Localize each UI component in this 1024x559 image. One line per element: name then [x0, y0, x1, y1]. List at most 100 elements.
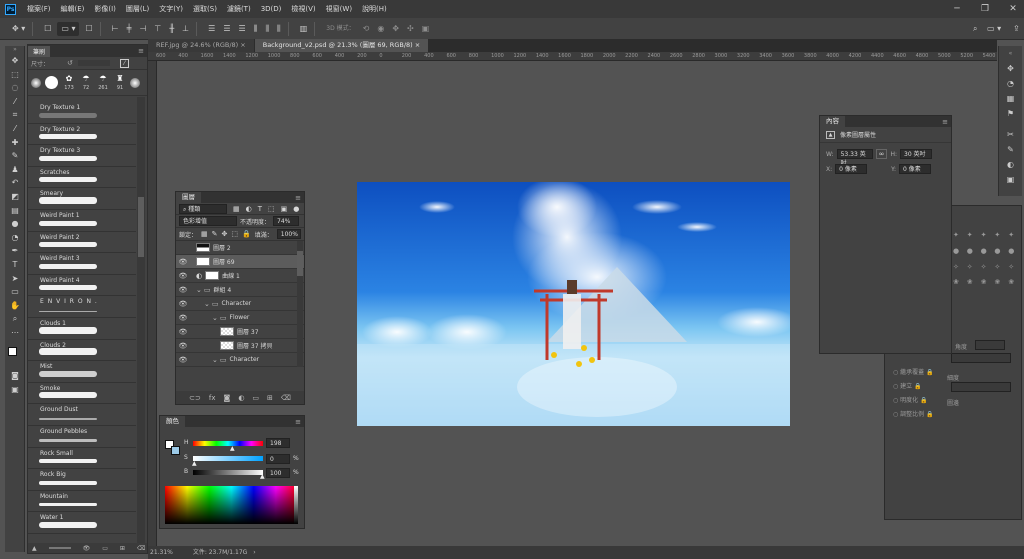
preview-size-slider[interactable]: [48, 547, 71, 549]
color-spectrum-ramp[interactable]: [165, 486, 298, 524]
hue-slider[interactable]: [193, 441, 263, 446]
eye-icon[interactable]: 👁: [176, 328, 190, 336]
brush-tip-icon[interactable]: ●: [953, 247, 964, 260]
layer-row[interactable]: 👁 圖層 37 拷貝: [176, 339, 304, 353]
3d-slide-icon[interactable]: ✣: [405, 22, 416, 36]
visibility-off-icon[interactable]: 👁: [176, 244, 190, 252]
filter-type-icon[interactable]: T: [258, 205, 262, 213]
option-item[interactable]: ○ 調整比例 🔒: [893, 408, 934, 422]
new-brush-icon[interactable]: ⊞: [120, 545, 125, 552]
document-canvas[interactable]: [357, 182, 790, 426]
distribute-left-icon[interactable]: ⫼: [252, 22, 260, 36]
brush-tip-icon[interactable]: ✧: [1008, 263, 1019, 276]
brightness-slider-handle[interactable]: ▲: [260, 473, 265, 480]
3d-pan-icon[interactable]: ✥: [390, 22, 401, 36]
brush-preset-3[interactable]: ☂ 261: [96, 74, 110, 91]
menu-file[interactable]: 檔案(F): [22, 4, 56, 14]
brush-item[interactable]: Clouds 2: [28, 340, 136, 362]
auto-select-dropdown[interactable]: ▭ ▾: [57, 21, 80, 36]
brush-size-slider[interactable]: [77, 60, 110, 66]
crop-tool-icon[interactable]: ⌗: [5, 108, 25, 122]
brush-tip-icon[interactable]: ❀: [967, 278, 978, 291]
gradient-tool-icon[interactable]: ▤: [5, 204, 25, 218]
brush-tip-icon[interactable]: ●: [1008, 247, 1019, 260]
brush-preset-soft-icon[interactable]: [130, 77, 140, 88]
share-icon[interactable]: ⇪: [1011, 22, 1022, 36]
layer-row[interactable]: 👁 ⌄ ▭ 群組 4: [176, 283, 304, 297]
path-select-icon[interactable]: ➤: [5, 272, 25, 286]
eye-icon[interactable]: 👁: [176, 286, 190, 294]
tools-icon[interactable]: ✂: [999, 127, 1022, 142]
saturation-slider-handle[interactable]: ▲: [192, 460, 197, 467]
brush-item[interactable]: Ground Dust: [28, 404, 136, 426]
filter-pixel-icon[interactable]: ▦: [233, 205, 240, 213]
brush-tip-icon[interactable]: ✧: [967, 263, 978, 276]
brush-preset-2[interactable]: ☂ 72: [80, 74, 92, 91]
eye-icon[interactable]: 👁: [176, 342, 190, 350]
layer-filter-dropdown[interactable]: ⌕ 種類: [179, 203, 227, 214]
menu-type[interactable]: 文字(Y): [154, 4, 188, 14]
workspace-icon[interactable]: ▭ ▾: [985, 22, 1003, 36]
delete-layer-icon[interactable]: ⌫: [281, 394, 291, 402]
lock-transparent-icon[interactable]: ▦: [201, 230, 208, 238]
panel-menu-icon[interactable]: ≡: [942, 118, 948, 126]
lock-position-icon[interactable]: ✥: [222, 230, 228, 238]
hue-input[interactable]: 198: [266, 438, 290, 448]
info-icon[interactable]: ▣: [999, 172, 1022, 187]
dodge-tool-icon[interactable]: ◔: [5, 231, 25, 245]
menu-image[interactable]: 影像(I): [89, 4, 121, 14]
brush-tip-icon[interactable]: ✦: [981, 231, 992, 244]
eye-icon[interactable]: 👁: [176, 356, 190, 364]
close-tab-icon[interactable]: ×: [415, 41, 420, 49]
brush-tip-icon[interactable]: ●: [994, 247, 1005, 260]
3d-orbit-icon[interactable]: ⟲: [361, 22, 372, 36]
status-menu-chevron-icon[interactable]: ›: [253, 549, 255, 556]
adjustments-icon[interactable]: ◐: [999, 157, 1022, 172]
vertical-ruler[interactable]: [148, 61, 157, 546]
brush-item[interactable]: Weird Paint 3: [28, 253, 136, 275]
align-top-icon[interactable]: ⊤: [152, 22, 163, 36]
option-item[interactable]: ○ 繼承覆蓋 🔒: [893, 366, 934, 380]
healing-brush-icon[interactable]: ✚: [5, 136, 25, 150]
height-input[interactable]: 30 英吋: [900, 149, 932, 159]
align-left-icon[interactable]: ⊢: [110, 22, 121, 36]
width-input[interactable]: 53.33 英吋: [836, 149, 873, 167]
brush-preset-1[interactable]: ✿ 173: [62, 74, 76, 91]
brush-tool-icon[interactable]: ✎: [5, 149, 25, 163]
marquee-tool-icon[interactable]: ⬚: [5, 68, 25, 82]
tab-background-psd[interactable]: Background_v2.psd @ 21.3% (圖層 69, RGB/8)…: [254, 39, 429, 52]
eye-icon[interactable]: 👁: [176, 272, 190, 280]
brushes-tab[interactable]: 筆刷: [28, 45, 51, 57]
filter-smart-icon[interactable]: ▣: [281, 205, 288, 213]
panel-menu-icon[interactable]: ≡: [138, 47, 144, 55]
distribute-center-icon[interactable]: ⫼: [263, 22, 271, 36]
brush-item[interactable]: E N V I R O N .: [28, 296, 136, 318]
brush-tip-icon[interactable]: ❀: [994, 278, 1005, 291]
brightness-slider[interactable]: [193, 470, 263, 475]
link-layers-icon[interactable]: ⊂⊃: [189, 394, 201, 402]
history-brush-icon[interactable]: ↶: [5, 176, 25, 190]
distribute-middle-icon[interactable]: ☰: [221, 22, 232, 36]
brush-settings-icon[interactable]: ✎: [999, 142, 1022, 157]
brush-tip-icon[interactable]: ✧: [994, 263, 1005, 276]
quick-mask-icon[interactable]: ◙: [5, 369, 25, 383]
hue-slider-handle[interactable]: ▲: [230, 445, 235, 452]
filter-toggle-icon[interactable]: ●: [293, 205, 299, 213]
delete-brush-icon[interactable]: ⌫: [137, 545, 145, 552]
distribute-bottom-icon[interactable]: ☰: [236, 22, 247, 36]
brush-item[interactable]: Weird Paint 4: [28, 275, 136, 297]
menu-edit[interactable]: 編輯(E): [56, 4, 90, 14]
saturation-input[interactable]: 0: [266, 454, 290, 464]
option-item[interactable]: ○ 建立 🔒: [893, 380, 934, 394]
swatches-icon[interactable]: ▦: [999, 91, 1022, 106]
brush-list-scrollbar[interactable]: [137, 97, 145, 549]
menu-layer[interactable]: 圖層(L): [121, 4, 154, 14]
fill-input[interactable]: 100%: [276, 229, 301, 239]
align-right-icon[interactable]: ⊣: [137, 22, 148, 36]
color-tab[interactable]: 顏色: [160, 416, 185, 427]
brush-item[interactable]: Water 1: [28, 512, 136, 534]
new-layer-icon[interactable]: ⊞: [267, 394, 273, 402]
brush-item[interactable]: Smoke: [28, 383, 136, 405]
auto-align-icon[interactable]: ▥: [298, 22, 310, 36]
chevron-down-icon[interactable]: ⌄: [204, 300, 210, 308]
